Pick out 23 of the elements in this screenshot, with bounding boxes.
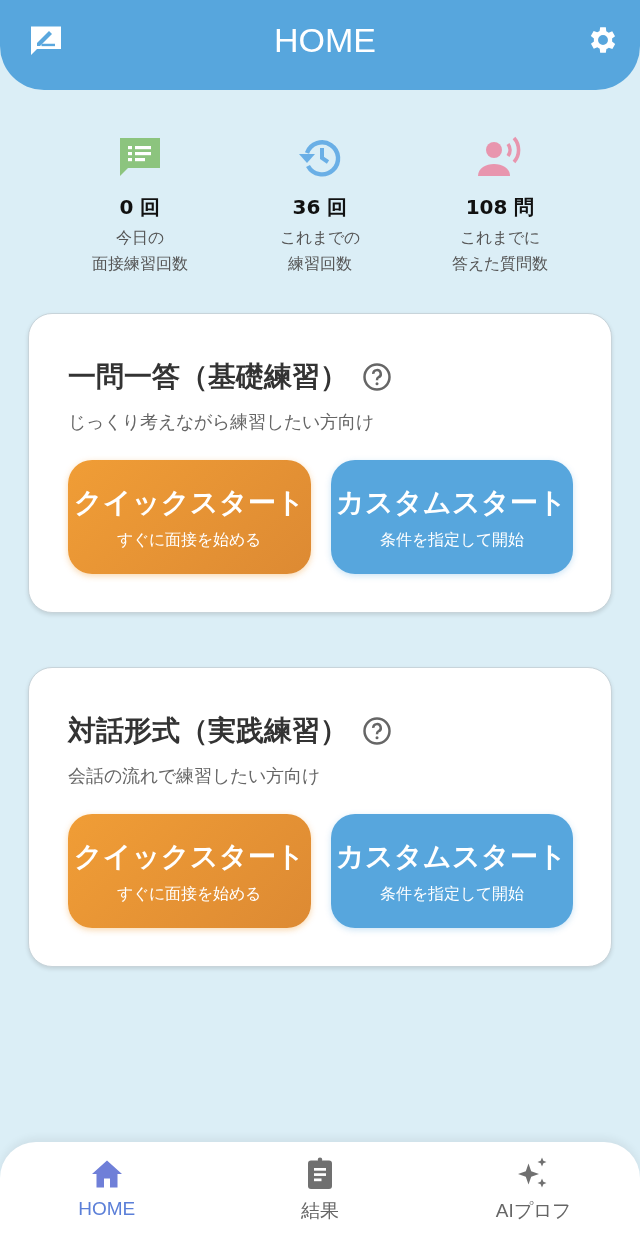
nav-tab[interactable]: AIプロフ: [426, 1142, 640, 1246]
card-description: 会話の流れで練習したい方向け: [68, 764, 321, 788]
page-title: HOME: [274, 20, 376, 60]
stat-label: 今日の: [116, 227, 164, 249]
stat-label: これまでの: [280, 227, 360, 249]
card-description: じっくり考えながら練習したい方向け: [68, 410, 375, 434]
quick-start-button[interactable]: クイックスタート すぐに面接を始める: [68, 814, 311, 928]
quick-start-button[interactable]: クイックスタート すぐに面接を始める: [68, 460, 311, 574]
nav-tab[interactable]: HOME: [0, 1142, 214, 1246]
stat-label: 面接練習回数: [92, 253, 188, 275]
stat-label: 答えた質問数: [452, 253, 548, 275]
nav-tab[interactable]: 結果: [213, 1142, 427, 1246]
stat-label: 練習回数: [288, 253, 352, 275]
help-icon[interactable]: [362, 362, 392, 392]
stat-value: 36 回: [292, 194, 348, 221]
custom-start-button[interactable]: カスタムスタート 条件を指定して開始: [330, 460, 573, 574]
stat-value: 108 問: [465, 194, 535, 221]
card-title: 一問一答（基礎練習）: [68, 359, 348, 395]
stat-value: 0 回: [119, 194, 161, 221]
card-title: 対話形式（実践練習）: [68, 713, 348, 749]
stat-label: これまでに: [460, 227, 540, 249]
help-icon[interactable]: [362, 716, 392, 746]
custom-start-button[interactable]: カスタムスタート 条件を指定して開始: [330, 814, 573, 928]
